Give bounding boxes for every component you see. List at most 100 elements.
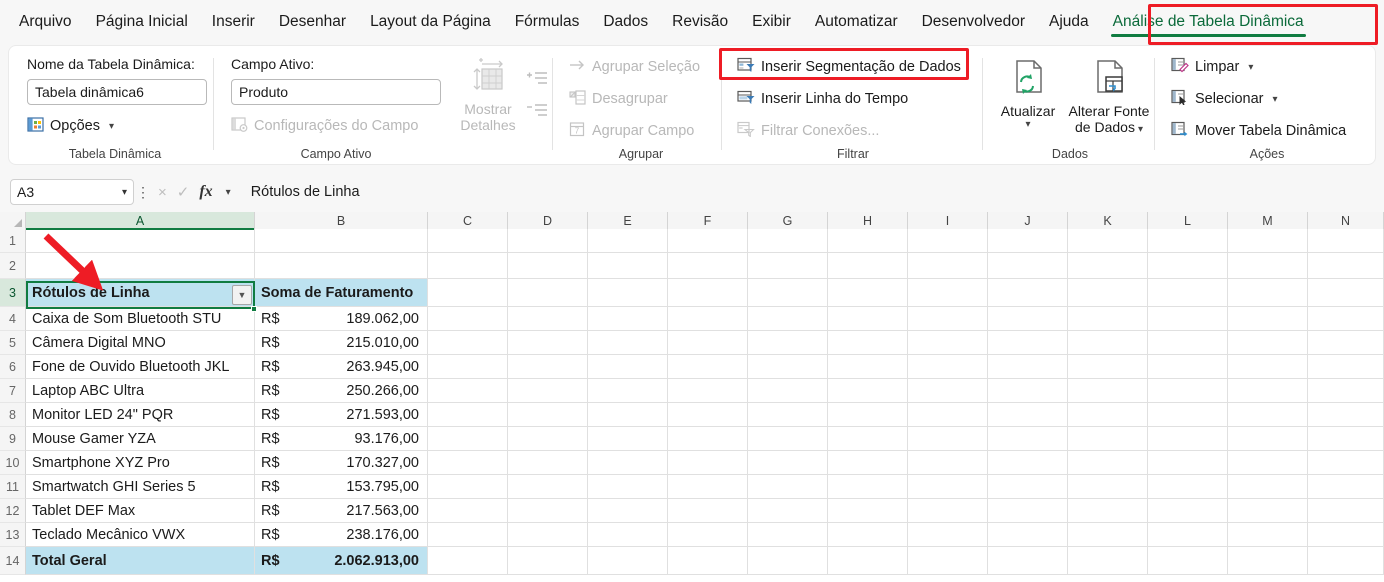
cell[interactable] bbox=[828, 279, 908, 307]
chevron-down-icon[interactable]: ▾ bbox=[109, 121, 114, 132]
column-header-A[interactable]: A bbox=[26, 212, 255, 230]
cell-a3-row-labels-header[interactable]: Rótulos de Linha bbox=[26, 279, 255, 307]
cell[interactable] bbox=[255, 253, 428, 279]
clear-chevron-icon[interactable]: ▾ bbox=[1248, 62, 1253, 73]
column-header-J[interactable]: J bbox=[988, 212, 1068, 229]
cell[interactable] bbox=[588, 547, 668, 575]
cell[interactable] bbox=[748, 451, 828, 475]
cell[interactable] bbox=[908, 499, 988, 523]
cell[interactable] bbox=[588, 253, 668, 279]
cell[interactable] bbox=[1068, 355, 1148, 379]
cell[interactable] bbox=[748, 427, 828, 451]
cell[interactable] bbox=[668, 307, 748, 331]
cell[interactable] bbox=[1308, 427, 1384, 451]
cell[interactable] bbox=[588, 523, 668, 547]
ribbon-tab-an-lise-de-tabela-din-mica[interactable]: Análise de Tabela Dinâmica bbox=[1102, 7, 1315, 37]
cell[interactable] bbox=[508, 523, 588, 547]
cell[interactable] bbox=[1228, 475, 1308, 499]
cell[interactable] bbox=[1228, 307, 1308, 331]
column-header-G[interactable]: G bbox=[748, 212, 828, 229]
insert-timeline-button[interactable]: Inserir Linha do Tempo bbox=[737, 86, 908, 112]
cell[interactable] bbox=[1308, 475, 1384, 499]
cell[interactable] bbox=[1308, 547, 1384, 575]
cell[interactable] bbox=[1148, 451, 1228, 475]
ribbon-tab-desenhar[interactable]: Desenhar bbox=[268, 7, 357, 37]
cell[interactable] bbox=[588, 451, 668, 475]
cell-revenue-value[interactable]: R$ 170.327,00 bbox=[255, 451, 428, 475]
column-header-I[interactable]: I bbox=[908, 212, 988, 229]
cell[interactable] bbox=[588, 427, 668, 451]
cell[interactable] bbox=[508, 279, 588, 307]
cell[interactable] bbox=[428, 253, 508, 279]
column-header-B[interactable]: B bbox=[255, 212, 428, 229]
cell[interactable] bbox=[1068, 279, 1148, 307]
cell-product-name[interactable]: Smartphone XYZ Pro bbox=[26, 451, 255, 475]
cell[interactable] bbox=[1308, 379, 1384, 403]
cell[interactable] bbox=[1068, 253, 1148, 279]
cell[interactable] bbox=[1228, 547, 1308, 575]
cell[interactable] bbox=[828, 475, 908, 499]
cell[interactable] bbox=[1308, 403, 1384, 427]
cell[interactable] bbox=[428, 403, 508, 427]
cell[interactable] bbox=[748, 547, 828, 575]
cell[interactable] bbox=[508, 427, 588, 451]
cell[interactable] bbox=[508, 403, 588, 427]
cell[interactable] bbox=[668, 331, 748, 355]
cell[interactable] bbox=[908, 379, 988, 403]
cell[interactable] bbox=[1148, 475, 1228, 499]
column-header-E[interactable]: E bbox=[588, 212, 668, 229]
cell[interactable] bbox=[1148, 547, 1228, 575]
cell[interactable] bbox=[1068, 523, 1148, 547]
cell[interactable] bbox=[508, 499, 588, 523]
cell[interactable] bbox=[828, 355, 908, 379]
cell[interactable] bbox=[668, 523, 748, 547]
cell[interactable] bbox=[1308, 499, 1384, 523]
cell[interactable] bbox=[908, 547, 988, 575]
cell[interactable] bbox=[988, 379, 1068, 403]
cell[interactable] bbox=[828, 253, 908, 279]
cell[interactable] bbox=[908, 427, 988, 451]
cell[interactable] bbox=[1068, 475, 1148, 499]
active-field-input[interactable]: Produto bbox=[231, 79, 441, 105]
cell[interactable] bbox=[1148, 403, 1228, 427]
cell[interactable] bbox=[428, 451, 508, 475]
cell[interactable] bbox=[668, 379, 748, 403]
chevron-down-icon[interactable]: ▾ bbox=[122, 187, 127, 198]
cell[interactable] bbox=[1228, 427, 1308, 451]
row-labels-filter-button[interactable]: ▼ bbox=[232, 285, 252, 305]
row-header-12[interactable]: 12 bbox=[0, 499, 26, 523]
ribbon-tab-inserir[interactable]: Inserir bbox=[201, 7, 266, 37]
cell[interactable] bbox=[988, 253, 1068, 279]
cell[interactable] bbox=[988, 427, 1068, 451]
cell[interactable] bbox=[828, 451, 908, 475]
cell[interactable] bbox=[668, 279, 748, 307]
row-header-6[interactable]: 6 bbox=[0, 355, 26, 379]
cell-product-name[interactable]: Smartwatch GHI Series 5 bbox=[26, 475, 255, 499]
cell-revenue-value[interactable]: R$ 153.795,00 bbox=[255, 475, 428, 499]
ribbon-tab-desenvolvedor[interactable]: Desenvolvedor bbox=[911, 7, 1036, 37]
cell[interactable] bbox=[988, 331, 1068, 355]
cell[interactable] bbox=[988, 547, 1068, 575]
cell[interactable] bbox=[668, 355, 748, 379]
cell[interactable] bbox=[588, 403, 668, 427]
clear-button[interactable]: Limpar ▾ bbox=[1171, 54, 1253, 80]
row-header-10[interactable]: 10 bbox=[0, 451, 26, 475]
cell-revenue-value[interactable]: R$ 217.563,00 bbox=[255, 499, 428, 523]
cell[interactable] bbox=[988, 403, 1068, 427]
cell-product-name[interactable]: Laptop ABC Ultra bbox=[26, 379, 255, 403]
cell[interactable] bbox=[508, 229, 588, 253]
cell[interactable] bbox=[1308, 279, 1384, 307]
cell[interactable] bbox=[748, 279, 828, 307]
cell[interactable] bbox=[828, 499, 908, 523]
cell[interactable] bbox=[1308, 229, 1384, 253]
cell-revenue-value[interactable]: R$ 189.062,00 bbox=[255, 307, 428, 331]
cell[interactable] bbox=[748, 499, 828, 523]
row-header-9[interactable]: 9 bbox=[0, 427, 26, 451]
cell[interactable] bbox=[988, 499, 1068, 523]
cell-product-name[interactable]: Caixa de Som Bluetooth STU bbox=[26, 307, 255, 331]
cell[interactable] bbox=[428, 279, 508, 307]
cell[interactable] bbox=[1228, 523, 1308, 547]
cell[interactable] bbox=[1228, 355, 1308, 379]
cell[interactable] bbox=[1068, 403, 1148, 427]
cell[interactable] bbox=[508, 307, 588, 331]
